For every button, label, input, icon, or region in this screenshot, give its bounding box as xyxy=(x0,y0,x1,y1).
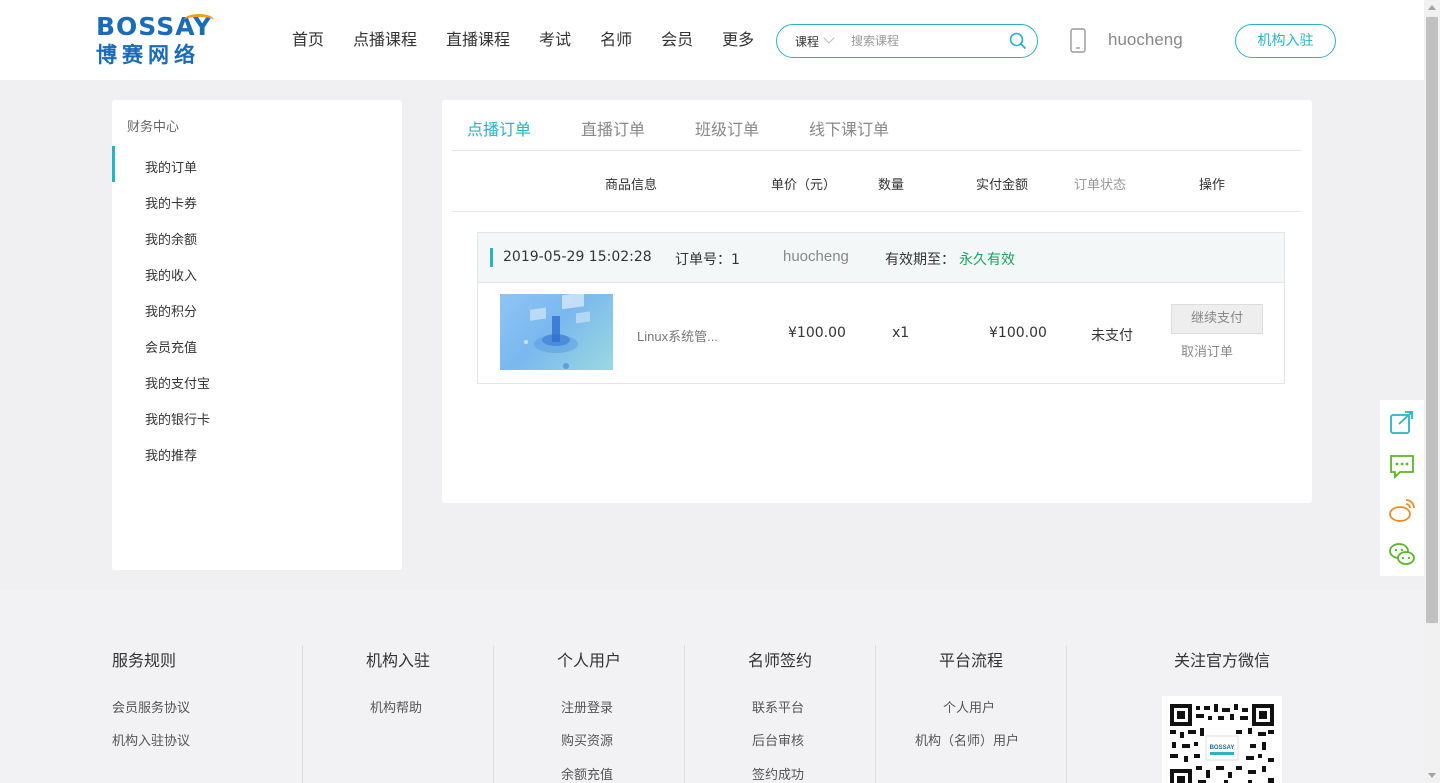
nav-teachers[interactable]: 名师 xyxy=(600,29,632,51)
sidebar-active-indicator xyxy=(112,146,115,182)
search-box: 课程 xyxy=(776,24,1038,58)
order-card-header: 2019-05-29 15:02:28 订单号：1 huocheng 有效期至：… xyxy=(478,233,1284,283)
finance-sidebar: 财务中心 我的订单 我的卡券 我的余额 我的收入 我的积分 会员充值 我的支付宝… xyxy=(112,100,402,570)
footer-link-signing-success[interactable]: 签约成功 xyxy=(752,764,804,783)
continue-payment-button[interactable]: 继续支付 xyxy=(1171,304,1263,334)
footer-link-buy-resources[interactable]: 购买资源 xyxy=(561,730,613,749)
sidebar-item-my-referrals[interactable]: 我的推荐 xyxy=(145,445,197,464)
tab-live-orders[interactable]: 直播订单 xyxy=(581,116,645,140)
message-icon[interactable] xyxy=(1388,452,1416,480)
column-header-quantity: 数量 xyxy=(878,178,905,193)
sidebar-item-my-income[interactable]: 我的收入 xyxy=(145,265,197,284)
nav-membership[interactable]: 会员 xyxy=(661,29,693,51)
qr-logo-mark: BOSSAY xyxy=(1210,745,1235,751)
sidebar-item-my-orders[interactable]: 我的订单 xyxy=(145,157,197,176)
sidebar-item-my-balance[interactable]: 我的余额 xyxy=(145,229,197,248)
mobile-phone-icon[interactable] xyxy=(1070,28,1086,53)
tabs-divider xyxy=(452,150,1302,151)
column-header-actions: 操作 xyxy=(1199,178,1226,193)
footer-link-register-login[interactable]: 注册登录 xyxy=(561,697,613,716)
weibo-icon[interactable] xyxy=(1388,496,1416,524)
order-card: 2019-05-29 15:02:28 订单号：1 huocheng 有效期至：… xyxy=(477,232,1285,384)
bossay-logo[interactable]: BOSSAY 博赛网络 xyxy=(96,14,232,68)
sidebar-item-my-points[interactable]: 我的积分 xyxy=(145,301,197,320)
sidebar-item-my-bank-card[interactable]: 我的银行卡 xyxy=(145,409,210,428)
course-thumbnail-illustration xyxy=(524,294,590,369)
floating-toolbar xyxy=(1380,400,1424,576)
chevron-down-icon[interactable] xyxy=(823,32,835,44)
cancel-order-link[interactable]: 取消订单 xyxy=(1181,341,1233,360)
institution-join-button[interactable]: 机构入驻 xyxy=(1235,24,1336,58)
nav-exam[interactable]: 考试 xyxy=(539,29,571,51)
search-icon[interactable] xyxy=(1009,32,1027,50)
footer-link-institution-agreement[interactable]: 机构入驻协议 xyxy=(112,730,190,749)
order-user: huocheng xyxy=(783,248,849,265)
footer-col-title-teacher-signing: 名师签约 xyxy=(748,651,813,670)
wechat-icon[interactable] xyxy=(1388,540,1416,568)
column-header-product: 商品信息 xyxy=(605,178,658,193)
course-thumbnail[interactable] xyxy=(500,294,613,370)
column-header-unit-price: 单价（元） xyxy=(771,178,837,193)
order-accent-bar xyxy=(490,248,493,267)
sidebar-item-my-alipay[interactable]: 我的支付宝 xyxy=(145,373,210,392)
order-validity-value: 永久有效 xyxy=(959,252,1015,268)
nav-home[interactable]: 首页 xyxy=(292,29,324,51)
footer-link-contact-platform[interactable]: 联系平台 xyxy=(752,697,804,716)
page-scrollbar[interactable] xyxy=(1424,0,1440,783)
search-category-select[interactable]: 课程 xyxy=(795,33,819,50)
nav-live-courses[interactable]: 直播课程 xyxy=(446,29,510,51)
footer-link-process-personal[interactable]: 个人用户 xyxy=(943,697,995,716)
nav-vod-courses[interactable]: 点播课程 xyxy=(353,29,417,51)
logo-text-cn: 博赛网络 xyxy=(96,43,200,67)
main-nav: 首页 点播课程 直播课程 考试 名师 会员 更多 xyxy=(292,29,783,51)
footer-divider xyxy=(684,645,685,783)
column-header-paid-amount: 实付金额 xyxy=(976,178,1029,193)
header-divider xyxy=(452,211,1302,212)
footer-link-member-agreement[interactable]: 会员服务协议 xyxy=(112,697,190,716)
footer-link-institution-help[interactable]: 机构帮助 xyxy=(370,697,422,716)
footer-col-title-platform-process: 平台流程 xyxy=(939,651,1004,670)
scroll-down-arrow-icon[interactable] xyxy=(1428,773,1436,778)
order-date: 2019-05-29 15:02:28 xyxy=(503,249,652,265)
nav-more[interactable]: 更多 xyxy=(722,29,754,51)
page-footer: 服务规则 会员服务协议 机构入驻协议 机构入驻 机构帮助 个人用户 注册登录 购… xyxy=(0,590,1424,783)
column-header-order-status[interactable]: 订单状态 xyxy=(1074,174,1126,193)
order-paid-amount: ¥100.00 xyxy=(989,325,1047,341)
share-icon[interactable] xyxy=(1388,408,1416,436)
tab-class-orders[interactable]: 班级订单 xyxy=(695,116,759,140)
sidebar-item-member-recharge[interactable]: 会员充值 xyxy=(145,337,197,356)
top-header: BOSSAY 博赛网络 首页 点播课程 直播课程 考试 名师 会员 更多 课程 … xyxy=(0,0,1424,80)
footer-divider xyxy=(493,645,494,783)
sidebar-title: 财务中心 xyxy=(127,120,180,135)
footer-link-process-institution[interactable]: 机构（名师）用户 xyxy=(915,730,1019,749)
order-quantity: x1 xyxy=(892,325,910,341)
footer-col-title-service-rules: 服务规则 xyxy=(112,651,177,670)
footer-divider xyxy=(302,645,303,783)
footer-link-backend-review[interactable]: 后台审核 xyxy=(752,730,804,749)
qr-code-graphic: BOSSAY xyxy=(1170,704,1274,783)
order-number: 订单号：1 xyxy=(675,252,740,268)
wechat-qr-code: BOSSAY xyxy=(1162,696,1282,783)
logo-arc xyxy=(184,14,214,26)
footer-divider xyxy=(1066,645,1067,783)
footer-divider xyxy=(875,645,876,783)
tab-offline-orders[interactable]: 线下课订单 xyxy=(809,116,889,140)
order-unit-price: ¥100.00 xyxy=(788,325,846,341)
footer-col-title-personal-users: 个人用户 xyxy=(557,651,622,670)
footer-col-title-wechat: 关注官方微信 xyxy=(1174,651,1271,670)
course-name-link[interactable]: Linux系统管... xyxy=(637,326,718,345)
footer-col-title-institution-join: 机构入驻 xyxy=(366,651,431,670)
order-status: 未支付 xyxy=(1091,328,1133,344)
username-link[interactable]: huocheng xyxy=(1108,30,1183,50)
search-input[interactable] xyxy=(851,31,1001,51)
sidebar-item-my-coupons[interactable]: 我的卡券 xyxy=(145,193,197,212)
scroll-thumb[interactable] xyxy=(1426,17,1438,623)
scroll-up-arrow-icon[interactable] xyxy=(1428,5,1436,10)
tab-vod-orders[interactable]: 点播订单 xyxy=(467,116,531,140)
order-validity-label: 有效期至： xyxy=(885,252,955,268)
orders-panel: 点播订单 直播订单 班级订单 线下课订单 商品信息 单价（元） 数量 实付金额 … xyxy=(442,100,1312,503)
footer-link-balance-recharge[interactable]: 余额充值 xyxy=(561,764,613,783)
